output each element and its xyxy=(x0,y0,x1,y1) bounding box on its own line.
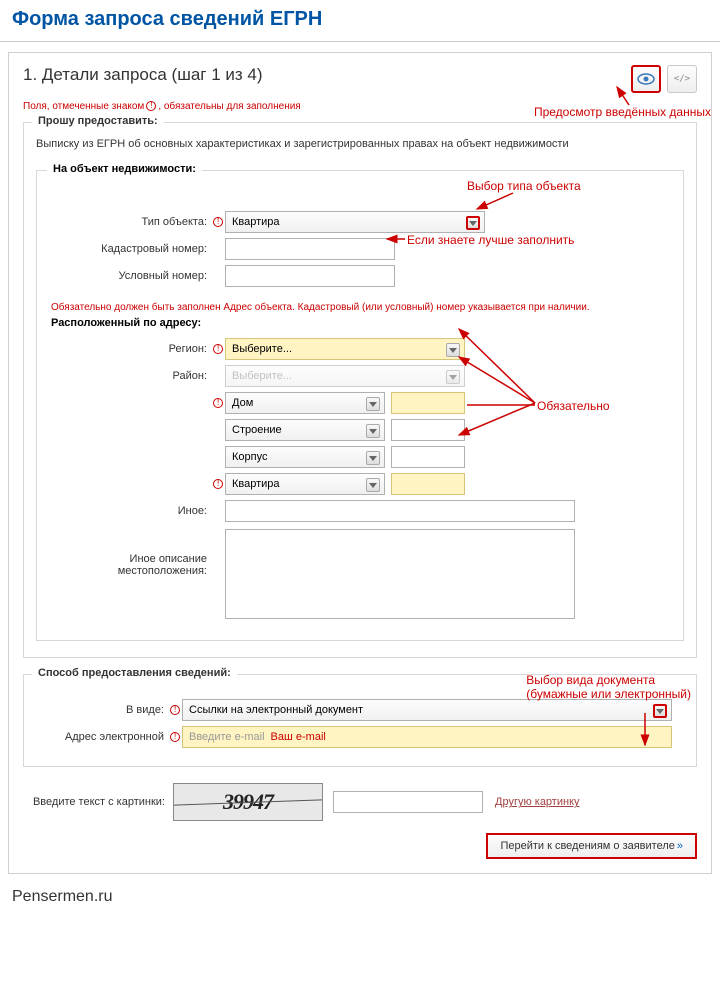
page-title: Форма запроса сведений ЕГРН xyxy=(0,0,720,42)
delivery-fieldset: Способ предоставления сведений: В виде: … xyxy=(23,674,697,767)
conditional-label: Условный номер: xyxy=(51,270,211,282)
email-label: Адрес электронной xyxy=(38,731,168,743)
flat-number-input[interactable] xyxy=(391,473,465,495)
annotation-type-select: Выбор типа объекта xyxy=(467,179,581,193)
address-warning: Обязательно должен быть заполнен Адрес о… xyxy=(51,302,669,313)
provide-text: Выписку из ЕГРН об основных характеристи… xyxy=(36,137,684,152)
type-label: Тип объекта: xyxy=(51,216,211,228)
delivery-form-label: В виде: xyxy=(38,704,168,716)
chevron-down-icon xyxy=(653,704,667,718)
district-select[interactable]: Выберите... xyxy=(225,365,465,387)
cadastral-input[interactable] xyxy=(225,238,395,260)
korpus-number-input[interactable] xyxy=(391,446,465,468)
delivery-legend: Способ предоставления сведений: xyxy=(32,667,237,679)
conditional-input[interactable] xyxy=(225,265,395,287)
address-legend: Расположенный по адресу: xyxy=(51,317,669,329)
korpus-type-select[interactable]: Корпус xyxy=(225,446,385,468)
code-icon: </> xyxy=(674,74,690,84)
region-select[interactable]: Выберите... xyxy=(225,338,465,360)
provide-legend: Прошу предоставить: xyxy=(32,115,164,127)
required-icon xyxy=(168,732,182,742)
next-step-button[interactable]: Перейти к сведениям о заявителе xyxy=(486,833,697,859)
flat-type-select[interactable]: Квартира xyxy=(225,473,385,495)
object-legend: На объект недвижимости: xyxy=(47,163,202,175)
provide-fieldset: Прошу предоставить: Выписку из ЕГРН об о… xyxy=(23,122,697,658)
house-number-input[interactable] xyxy=(391,392,465,414)
email-input[interactable]: Введите e-mail Ваш e-mail xyxy=(182,726,672,748)
house-type-select[interactable]: Дом xyxy=(225,392,385,414)
captcha-image: 39947 xyxy=(173,783,323,821)
email-hint: Ваш e-mail xyxy=(271,731,326,743)
object-type-select[interactable]: Квартира xyxy=(225,211,485,233)
footer-brand: Pensermen.ru xyxy=(0,884,720,914)
required-icon xyxy=(211,344,225,354)
chevron-down-icon xyxy=(366,397,380,411)
cadastral-label: Кадастровый номер: xyxy=(51,243,211,255)
required-icon xyxy=(211,479,225,489)
chevron-down-icon xyxy=(366,424,380,438)
main-form-box: 1. Детали запроса (шаг 1 из 4) </> Поля,… xyxy=(8,52,712,874)
chevron-down-icon xyxy=(366,478,380,492)
other-desc-textarea[interactable] xyxy=(225,529,575,619)
other-desc-label: Иное описание местоположения: xyxy=(51,529,211,577)
delivery-form-select[interactable]: Ссылки на электронный документ xyxy=(182,699,672,721)
code-view-button[interactable]: </> xyxy=(667,65,697,93)
chevron-down-icon xyxy=(466,216,480,230)
other-input[interactable] xyxy=(225,500,575,522)
preview-button[interactable] xyxy=(631,65,661,93)
district-label: Район: xyxy=(51,370,211,382)
required-icon xyxy=(211,398,225,408)
required-icon xyxy=(211,217,225,227)
chevron-down-icon xyxy=(366,451,380,465)
required-icon xyxy=(168,705,182,715)
step-title: 1. Детали запроса (шаг 1 из 4) xyxy=(23,65,263,85)
captcha-refresh-link[interactable]: Другую картинку xyxy=(495,796,580,808)
chevron-down-icon xyxy=(446,370,460,384)
chevron-down-icon xyxy=(446,343,460,357)
required-fields-note: Поля, отмеченные знаком!, обязательны дл… xyxy=(23,101,697,112)
building-number-input[interactable] xyxy=(391,419,465,441)
region-label: Регион: xyxy=(51,343,211,355)
captcha-input[interactable] xyxy=(333,791,483,813)
other-label: Иное: xyxy=(51,505,211,517)
eye-icon xyxy=(637,73,655,85)
captcha-label: Введите текст с картинки: xyxy=(23,796,169,808)
object-fieldset: На объект недвижимости: Тип объекта: Ква… xyxy=(36,170,684,641)
building-type-select[interactable]: Строение xyxy=(225,419,385,441)
